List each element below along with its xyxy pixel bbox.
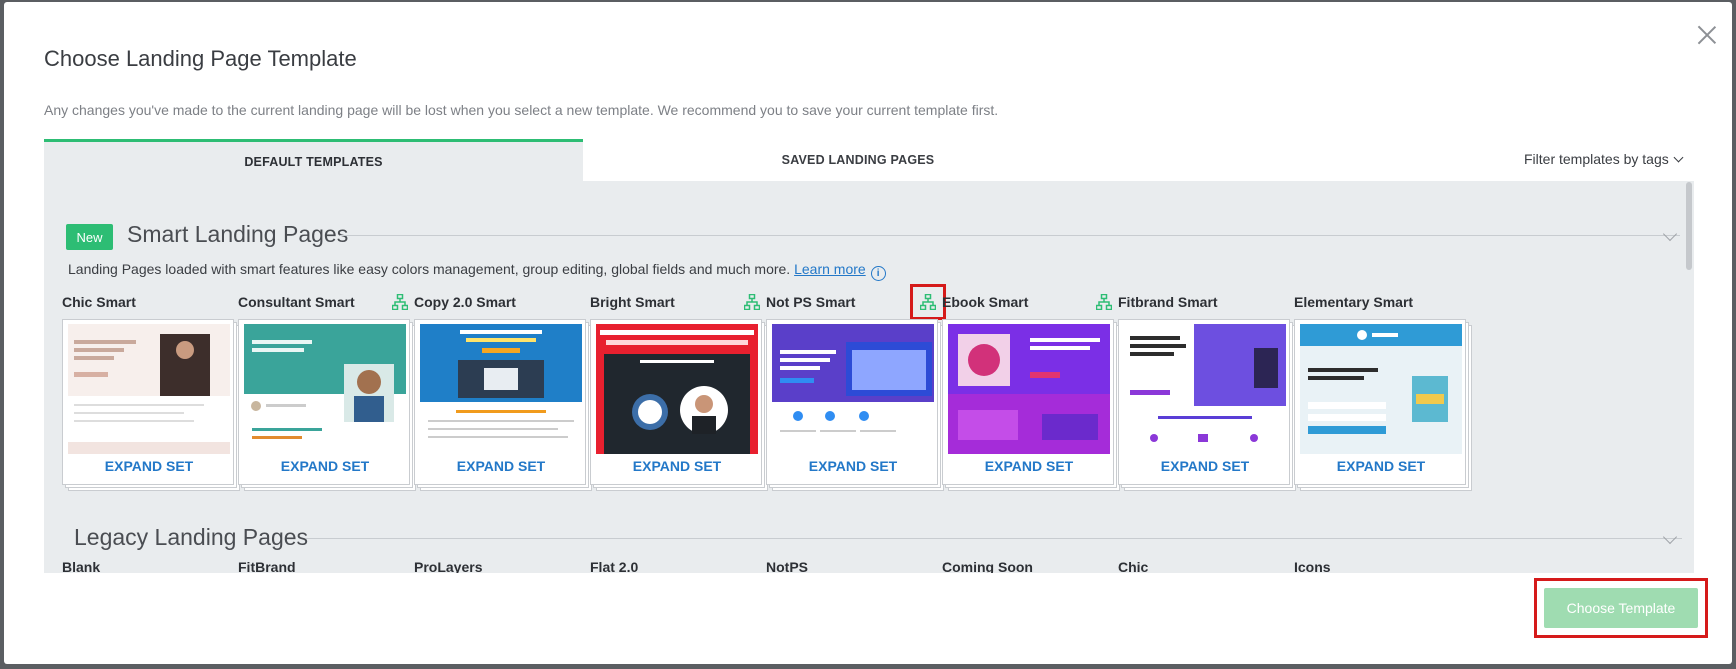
- panel-scrollbar[interactable]: [1686, 182, 1692, 270]
- template-name: Copy 2.0 Smart: [414, 294, 516, 310]
- expand-set-button[interactable]: EXPAND SET: [1119, 458, 1291, 474]
- tab-saved-landing-pages[interactable]: SAVED LANDING PAGES: [583, 139, 1133, 181]
- new-badge: New: [66, 224, 113, 250]
- learn-more-link[interactable]: Learn more: [794, 261, 866, 277]
- expand-set-button[interactable]: EXPAND SET: [591, 458, 763, 474]
- template-modal: Choose Landing Page Template Any changes…: [4, 2, 1732, 664]
- template-card-copy-2-smart[interactable]: Copy 2.0 Smart EXPAND SET: [414, 294, 592, 491]
- expand-set-button[interactable]: EXPAND SET: [767, 458, 939, 474]
- collapse-chevron-icon[interactable]: [1662, 226, 1678, 242]
- group-sitemap-icon[interactable]: [392, 294, 408, 310]
- template-name: Chic Smart: [62, 294, 136, 310]
- modal-subtitle: Any changes you've made to the current l…: [44, 102, 999, 118]
- template-name: Bright Smart: [590, 294, 675, 310]
- choose-template-button[interactable]: Choose Template: [1544, 588, 1698, 628]
- description-text: Landing Pages loaded with smart features…: [68, 261, 791, 277]
- chevron-down-icon: [1673, 152, 1684, 163]
- template-card-bright-smart[interactable]: Bright Smart EXPAND SET: [590, 294, 768, 491]
- template-name: Elementary Smart: [1294, 294, 1414, 310]
- template-preview-image: [1300, 324, 1462, 454]
- legacy-template-name[interactable]: NotPS: [766, 559, 808, 573]
- tab-default-templates[interactable]: DEFAULT TEMPLATES: [44, 139, 583, 181]
- legacy-template-name[interactable]: ProLayers: [414, 559, 482, 573]
- template-thumbnail[interactable]: EXPAND SET: [590, 319, 768, 493]
- template-card-chic-smart[interactable]: Chic Smart EXPAND SET: [62, 294, 240, 491]
- expand-set-button[interactable]: EXPAND SET: [63, 458, 235, 474]
- choose-template-highlight: Choose Template: [1534, 578, 1708, 638]
- modal-title: Choose Landing Page Template: [44, 46, 357, 71]
- expand-set-button[interactable]: EXPAND SET: [415, 458, 587, 474]
- template-thumbnail[interactable]: EXPAND SET: [238, 319, 416, 493]
- template-name: Fitbrand Smart: [1118, 294, 1218, 310]
- legacy-template-name[interactable]: Blank: [62, 559, 100, 573]
- close-icon[interactable]: [1696, 24, 1718, 46]
- legacy-template-name[interactable]: FitBrand: [238, 559, 296, 573]
- template-preview-image: [68, 324, 230, 454]
- template-thumbnail[interactable]: EXPAND SET: [414, 319, 592, 493]
- template-card-elementary-smart[interactable]: Elementary Smart EXPAND SET: [1294, 294, 1472, 491]
- legacy-section-title: Legacy Landing Pages: [74, 524, 309, 550]
- template-thumbnail[interactable]: EXPAND SET: [1294, 319, 1472, 493]
- template-thumbnail[interactable]: EXPAND SET: [766, 319, 944, 493]
- template-name: Consultant Smart: [238, 294, 355, 310]
- group-sitemap-icon[interactable]: [1096, 294, 1112, 310]
- template-thumbnail[interactable]: EXPAND SET: [62, 319, 240, 493]
- group-sitemap-icon[interactable]: [744, 294, 760, 310]
- group-sitemap-icon[interactable]: [910, 284, 946, 320]
- template-preview-image: [596, 324, 758, 454]
- template-preview-image: [772, 324, 934, 454]
- filter-label: Filter templates by tags: [1524, 151, 1669, 167]
- expand-set-button[interactable]: EXPAND SET: [1295, 458, 1467, 474]
- legacy-template-name[interactable]: Flat 2.0: [590, 559, 638, 573]
- info-icon[interactable]: i: [870, 266, 886, 281]
- template-card-not-ps-smart[interactable]: Not PS Smart EXPAND SET: [766, 284, 946, 491]
- template-name: Ebook Smart: [942, 294, 1029, 310]
- smart-section-description: Landing Pages loaded with smart features…: [68, 261, 886, 281]
- section-divider: [306, 538, 1682, 539]
- template-card-consultant-smart[interactable]: Consultant Smart EXPAND SET: [238, 294, 416, 491]
- expand-set-button[interactable]: EXPAND SET: [239, 458, 411, 474]
- template-card-fitbrand-smart[interactable]: Fitbrand Smart EXPAND SET: [1118, 294, 1296, 491]
- legacy-template-name[interactable]: Icons: [1294, 559, 1331, 573]
- collapse-chevron-icon[interactable]: [1662, 529, 1678, 545]
- template-preview-image: [244, 324, 406, 454]
- filter-tags-dropdown[interactable]: Filter templates by tags: [1524, 151, 1684, 167]
- expand-set-button[interactable]: EXPAND SET: [943, 458, 1115, 474]
- template-card-ebook-smart[interactable]: Ebook Smart EXPAND SET: [942, 294, 1120, 491]
- legacy-template-name[interactable]: Chic: [1118, 559, 1148, 573]
- template-thumbnail[interactable]: EXPAND SET: [1118, 319, 1296, 493]
- template-thumbnail[interactable]: EXPAND SET: [942, 319, 1120, 493]
- section-divider: [340, 235, 1680, 236]
- template-preview-image: [948, 324, 1110, 454]
- smart-section-title: Smart Landing Pages: [127, 221, 349, 247]
- templates-panel: New Smart Landing Pages Landing Pages lo…: [44, 181, 1694, 573]
- template-preview-image: [420, 324, 582, 454]
- template-preview-image: [1124, 324, 1286, 454]
- template-name: Not PS Smart: [766, 294, 856, 310]
- legacy-template-name[interactable]: Coming Soon: [942, 559, 1033, 573]
